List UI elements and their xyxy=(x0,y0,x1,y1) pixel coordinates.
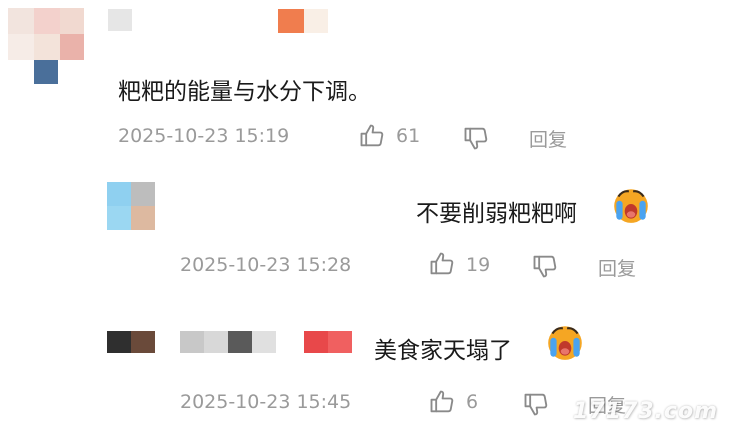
reply-button[interactable]: 回复 xyxy=(598,254,636,281)
comment-time: 2025-10-23 15:19 xyxy=(118,125,290,147)
thumbs-up-icon[interactable] xyxy=(428,388,456,416)
comment-text: 不要削弱粑粑啊 xyxy=(416,201,577,227)
reply-button[interactable]: 回复 xyxy=(529,125,567,152)
avatar[interactable] xyxy=(0,0,90,90)
thumbs-down-icon[interactable] xyxy=(462,124,490,152)
crying-face-emoji-icon xyxy=(544,321,586,367)
comment-time: 2025-10-23 15:45 xyxy=(180,391,352,413)
like-count: 6 xyxy=(466,391,479,413)
thumbs-down-icon[interactable] xyxy=(531,252,559,280)
crying-face-emoji-icon xyxy=(610,184,652,230)
username-mosaic[interactable] xyxy=(180,331,280,353)
user-badge-mosaic xyxy=(304,331,352,353)
thumbs-up-icon[interactable] xyxy=(358,122,386,150)
user-badge-mosaic-2 xyxy=(304,9,328,33)
like-count: 19 xyxy=(466,254,491,276)
like-count: 61 xyxy=(396,125,421,147)
user-badge-mosaic xyxy=(278,9,304,33)
thumbs-up-icon[interactable] xyxy=(428,250,456,278)
comment-text: 粑粑的能量与水分下调。 xyxy=(118,79,371,105)
avatar[interactable] xyxy=(107,182,157,232)
site-watermark: 17173.com xyxy=(573,399,718,424)
comment-text: 美食家天塌了 xyxy=(374,338,512,364)
thumbs-down-icon[interactable] xyxy=(522,390,550,418)
username-mosaic[interactable] xyxy=(108,9,132,31)
comment-time: 2025-10-23 15:28 xyxy=(180,254,352,276)
avatar[interactable] xyxy=(107,331,157,353)
